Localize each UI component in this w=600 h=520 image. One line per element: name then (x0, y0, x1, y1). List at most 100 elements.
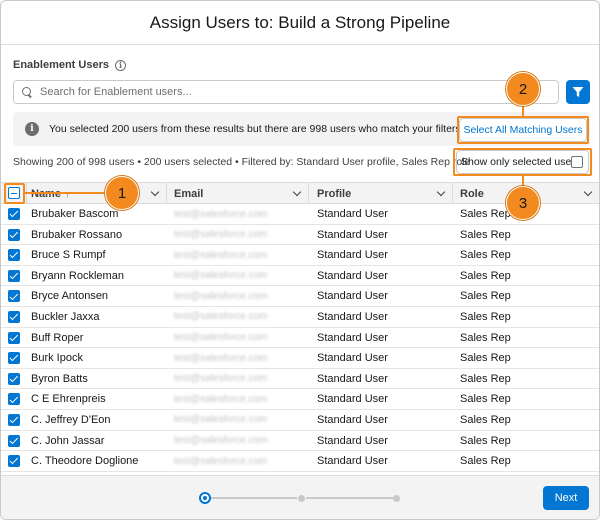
users-table: Name ↑ Email Profile Role Brubaker Basco… (1, 182, 599, 472)
row-checkbox[interactable] (8, 352, 20, 365)
cell-email: test@salesforce.com (174, 435, 268, 447)
callout-badge-2: 2 (506, 72, 540, 106)
cell-email: test@salesforce.com (174, 332, 268, 344)
row-checkbox[interactable] (8, 249, 20, 262)
cell-role: Sales Rep (460, 413, 511, 426)
column-header-email[interactable]: Email (167, 183, 309, 204)
progress-step-current (199, 492, 211, 504)
row-checkbox[interactable] (8, 434, 20, 447)
cell-email: test@salesforce.com (174, 270, 268, 282)
row-checkbox[interactable] (8, 372, 20, 385)
column-header-profile[interactable]: Profile (309, 183, 453, 204)
cell-profile: Standard User (317, 434, 388, 447)
table-row[interactable]: Buckler Jaxxa test@salesforce.com Standard… (1, 307, 599, 328)
cell-role: Sales Rep (460, 269, 511, 282)
cell-profile: Standard User (317, 269, 388, 282)
table-row[interactable]: Buff Roper test@salesforce.com Standard Us… (1, 328, 599, 349)
select-all-column (1, 183, 27, 204)
table-row[interactable]: Bruce S Rumpf test@salesforce.com Standard… (1, 245, 599, 266)
row-checkbox[interactable] (8, 290, 20, 303)
row-checkbox[interactable] (8, 269, 20, 282)
cell-profile: Standard User (317, 290, 388, 303)
progress-track (306, 497, 394, 499)
chevron-down-icon[interactable] (292, 187, 302, 197)
cell-role: Sales Rep (460, 455, 511, 468)
select-all-checkbox[interactable] (8, 187, 20, 199)
cell-profile: Standard User (317, 228, 388, 241)
chevron-down-icon[interactable] (150, 187, 160, 197)
table-row[interactable]: C. John Jassar test@salesforce.com Standar… (1, 431, 599, 452)
search-input[interactable] (40, 86, 540, 98)
cell-name: C E Ehrenpreis (31, 393, 106, 406)
enablement-users-label: Enablement Users (13, 59, 109, 71)
cell-role: Sales Rep (460, 434, 511, 447)
callout-badge-1: 1 (105, 176, 139, 210)
cell-profile: Standard User (317, 208, 388, 220)
cell-email: test@salesforce.com (174, 249, 268, 261)
table-row[interactable]: Byron Batts test@salesforce.com Standard U… (1, 369, 599, 390)
table-row[interactable]: Bryce Antonsen test@salesforce.com Standar… (1, 286, 599, 307)
cell-role: Sales Rep (460, 228, 511, 241)
cell-profile: Standard User (317, 372, 388, 385)
cell-role: Sales Rep (460, 352, 511, 365)
cell-name: C. John Jassar (31, 434, 105, 447)
cell-profile: Standard User (317, 310, 388, 323)
cell-name: Byron Batts (31, 372, 88, 385)
chevron-down-icon[interactable] (583, 187, 593, 197)
column-label-profile: Profile (317, 187, 352, 200)
cell-name: Bryce Antonsen (31, 290, 109, 303)
table-row[interactable]: Brubaker Rossano test@salesforce.com Stand… (1, 225, 599, 246)
cell-name: Bryann Rockleman (31, 269, 124, 282)
cell-name: Buckler Jaxxa (31, 310, 100, 323)
show-only-selected-label: Show only selected users (461, 156, 581, 168)
cell-profile: Standard User (317, 413, 388, 426)
cell-name: Buff Roper (31, 331, 84, 344)
table-row[interactable]: Burk Ipock test@salesforce.com Standard Us… (1, 348, 599, 369)
cell-profile: Standard User (317, 331, 388, 344)
select-all-matching-users-button[interactable]: Select All Matching Users (459, 118, 587, 142)
cell-profile: Standard User (317, 249, 388, 262)
row-checkbox[interactable] (8, 208, 20, 220)
cell-role: Sales Rep (460, 310, 511, 323)
assign-users-modal: Assign Users to: Build a Strong Pipeline… (0, 0, 600, 520)
results-status-text: Showing 200 of 998 users • 200 users sel… (13, 156, 471, 168)
show-only-selected-checkbox[interactable] (571, 156, 583, 168)
table-row[interactable]: C. Jeffrey D'Eon test@salesforce.com Stand… (1, 410, 599, 431)
filter-icon (572, 87, 584, 97)
table-row[interactable]: C. Theodore Doglione test@salesforce.com S… (1, 451, 599, 472)
column-label-role: Role (460, 187, 484, 200)
info-circle-icon: i (25, 122, 39, 136)
cell-profile: Standard User (317, 455, 388, 468)
filter-button[interactable] (566, 80, 590, 104)
chevron-down-icon[interactable] (436, 187, 446, 197)
next-button[interactable]: Next (543, 486, 589, 510)
row-checkbox[interactable] (8, 393, 20, 406)
row-checkbox[interactable] (8, 413, 20, 426)
cell-role: Sales Rep (460, 393, 511, 406)
table-row[interactable]: C E Ehrenpreis test@salesforce.com Standar… (1, 389, 599, 410)
modal-footer: Next (1, 475, 599, 519)
row-checkbox[interactable] (8, 310, 20, 323)
progress-track (211, 497, 297, 499)
field-label-row: Enablement Users i (13, 59, 126, 71)
cell-role: Sales Rep (460, 249, 511, 262)
row-checkbox[interactable] (8, 455, 20, 468)
info-icon[interactable]: i (114, 59, 126, 71)
cell-name: C. Theodore Doglione (31, 455, 139, 468)
row-checkbox[interactable] (8, 228, 20, 241)
table-row[interactable]: Bryann Rockleman test@salesforce.com Stand… (1, 266, 599, 287)
row-checkbox[interactable] (8, 331, 20, 344)
search-icon (22, 87, 32, 97)
search-box[interactable] (13, 80, 559, 104)
cell-email: test@salesforce.com (174, 455, 268, 467)
cell-name: Brubaker Bascom (31, 208, 119, 220)
cell-role: Sales Rep (460, 331, 511, 344)
cell-name: C. Jeffrey D'Eon (31, 413, 111, 426)
cell-email: test@salesforce.com (174, 352, 268, 364)
cell-email: test@salesforce.com (174, 229, 268, 241)
cell-email: test@salesforce.com (174, 373, 268, 385)
show-only-selected-toggle[interactable]: Show only selected users (456, 150, 589, 174)
cell-name: Brubaker Rossano (31, 228, 123, 241)
cell-role: Sales Rep (460, 208, 511, 220)
cell-email: test@salesforce.com (174, 290, 268, 302)
